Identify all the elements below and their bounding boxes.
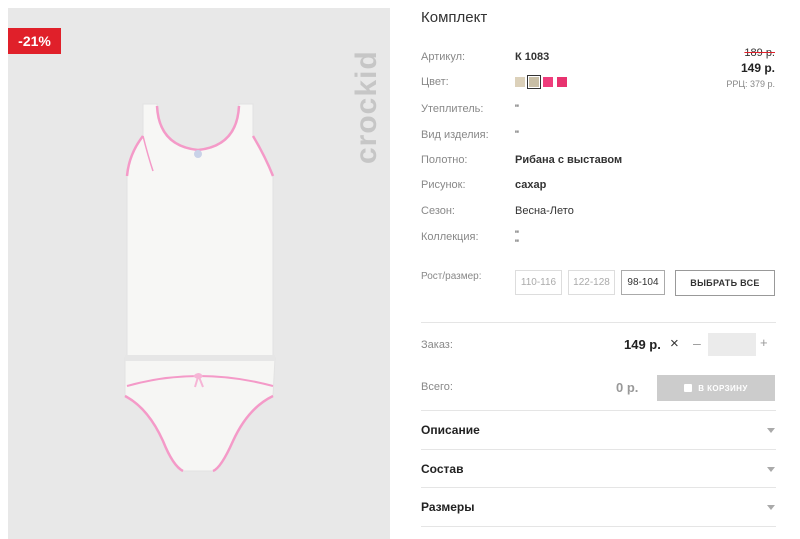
current-price: 149 р.: [740, 61, 775, 75]
attr-label-collection: Коллекция:: [421, 231, 479, 243]
size-label: Рост/размер:: [421, 271, 482, 282]
attr-label-pattern: Рисунок:: [421, 179, 466, 191]
product-image-area: -21% crockid: [8, 8, 390, 539]
rrc-price: РРЦ: 379 р.: [726, 79, 775, 89]
quantity-increase-button[interactable]: +: [760, 335, 768, 350]
order-label: Заказ:: [421, 339, 453, 351]
accordion-sizes-label: Размеры: [421, 500, 475, 514]
cart-icon: [684, 384, 693, 392]
attr-value-item-type: ": [515, 129, 519, 141]
quantity-input[interactable]: [708, 333, 756, 356]
total-value: 0 р.: [616, 380, 639, 395]
brand-logo: crockid: [338, 28, 388, 168]
size-option-110-116[interactable]: 110-116: [515, 270, 562, 295]
accordion-composition[interactable]: Состав: [421, 450, 776, 488]
size-option-122-128[interactable]: 122-128: [568, 270, 615, 295]
add-to-cart-label: В КОРЗИНУ: [698, 383, 748, 393]
accordion-description-label: Описание: [421, 423, 480, 437]
add-to-cart-button[interactable]: В КОРЗИНУ: [657, 375, 775, 401]
product-title: Комплект: [421, 9, 488, 26]
attr-label-color: Цвет:: [421, 76, 449, 88]
accordion-composition-label: Состав: [421, 462, 464, 476]
color-swatches: [515, 75, 567, 89]
divider: [421, 526, 776, 527]
select-all-sizes-button[interactable]: ВЫБРАТЬ ВСЕ: [675, 270, 775, 296]
attr-label-insulation: Утеплитель:: [421, 103, 484, 115]
order-unit-price: 149 р.: [624, 337, 661, 352]
attr-value-pattern: сахар: [515, 179, 547, 191]
brand-name: crockid: [350, 50, 383, 164]
accordion-sizes[interactable]: Размеры: [421, 488, 776, 526]
attr-label-season: Сезон:: [421, 205, 455, 217]
divider: [421, 322, 776, 323]
attr-label-item-type: Вид изделия:: [421, 129, 489, 141]
chevron-down-icon: [767, 466, 775, 472]
color-swatch[interactable]: [543, 77, 553, 87]
total-label: Всего:: [421, 381, 453, 393]
color-swatch[interactable]: [515, 77, 525, 87]
attr-value-insulation: ": [515, 103, 519, 115]
accordion-description[interactable]: Описание: [421, 411, 776, 449]
attr-label-article: Артикул:: [421, 51, 466, 63]
attr-label-fabric: Полотно:: [421, 154, 468, 166]
quantity-decrease-button[interactable]: –: [693, 335, 701, 351]
attr-value-collection: " ": [515, 229, 519, 250]
attr-value-fabric: Рибана с выставом: [515, 154, 623, 166]
color-swatch[interactable]: [557, 77, 567, 87]
size-option-98-104[interactable]: 98-104: [621, 270, 665, 295]
multiply-icon: ×: [670, 335, 679, 352]
product-image[interactable]: [113, 96, 283, 486]
attr-value-article: К 1083: [515, 51, 550, 63]
color-swatch-selected[interactable]: [527, 75, 541, 89]
old-price: 189 р.: [744, 47, 775, 59]
chevron-down-icon: [767, 427, 775, 433]
attr-value-season: Весна-Лето: [515, 205, 574, 217]
chevron-down-icon: [767, 504, 775, 510]
discount-badge: -21%: [8, 28, 61, 54]
